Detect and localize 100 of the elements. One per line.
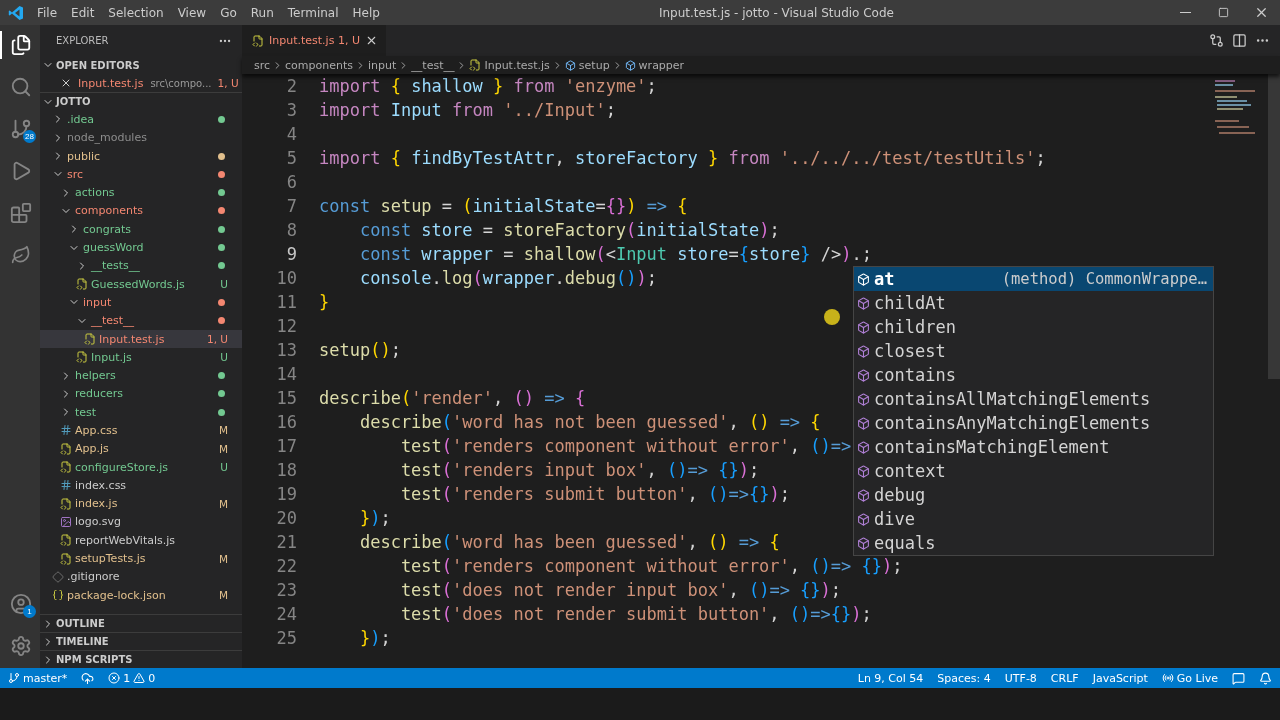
suggestion-item[interactable]: dive bbox=[854, 507, 1213, 531]
status-item[interactable]: CRLF bbox=[1050, 671, 1079, 685]
broadcast-icon bbox=[1161, 672, 1174, 684]
menu-item[interactable]: View bbox=[170, 5, 214, 20]
bell-icon[interactable] bbox=[1259, 671, 1272, 685]
menu-item[interactable]: Edit bbox=[64, 5, 102, 20]
file-name: congrats bbox=[83, 222, 133, 236]
accounts-button[interactable]: 1 bbox=[0, 590, 40, 618]
code-line: test('renders component without error', ()=> {}); bbox=[399, 556, 903, 576]
leaf-icon bbox=[11, 245, 31, 265]
file-tree-item[interactable]: .idea bbox=[40, 110, 242, 129]
split-editor-icon[interactable] bbox=[1232, 33, 1247, 48]
suggestion-item[interactable]: containsMatchingElement bbox=[854, 435, 1213, 459]
file-name: reducers bbox=[75, 387, 125, 401]
scrollbar-thumb[interactable] bbox=[1268, 74, 1280, 379]
symbol-icon bbox=[624, 59, 636, 71]
breadcrumb[interactable]: input bbox=[368, 58, 397, 72]
method-icon bbox=[857, 536, 870, 550]
file-tree-item[interactable]: .gitignore bbox=[40, 567, 242, 586]
file-tree-item[interactable]: components bbox=[40, 201, 242, 221]
file-tree-item[interactable]: __test__ bbox=[40, 311, 242, 330]
file-tree-item[interactable]: guessWord bbox=[40, 238, 242, 257]
file-tree-item[interactable]: index.css bbox=[40, 476, 242, 495]
file-tree-item[interactable]: test bbox=[40, 403, 242, 422]
breadcrumb[interactable]: setup bbox=[564, 58, 610, 72]
file-tree-item[interactable]: reducers bbox=[40, 384, 242, 404]
menu-item[interactable]: Go bbox=[213, 5, 244, 20]
menu-item[interactable]: File bbox=[30, 5, 65, 20]
file-tree-item[interactable]: App.js M bbox=[40, 439, 242, 458]
suggestion-item[interactable]: containsAnyMatchingElements bbox=[854, 411, 1213, 435]
file-tree-item[interactable]: public bbox=[40, 146, 242, 166]
js-file-icon bbox=[60, 497, 72, 510]
problems-status[interactable]: 1 0 bbox=[108, 671, 156, 685]
open-editor-item[interactable]: Input.test.js src\compo... 1, U bbox=[40, 74, 242, 93]
method-icon bbox=[857, 512, 870, 526]
file-name: configureStore.js bbox=[75, 460, 170, 474]
suggestion-item[interactable]: debug bbox=[854, 483, 1213, 507]
sync-icon[interactable] bbox=[81, 671, 95, 685]
suggestion-item[interactable]: closest bbox=[854, 339, 1213, 363]
section-header[interactable]: TIMELINE bbox=[40, 632, 242, 650]
code-line: test('does not render submit button', ()=>{}); bbox=[399, 604, 872, 624]
file-tree-item[interactable]: GuessedWords.js U bbox=[40, 274, 242, 294]
suggestion-item[interactable]: childAt bbox=[854, 291, 1213, 315]
file-tree-item[interactable]: index.js M bbox=[40, 494, 242, 513]
file-tree-item[interactable]: node_modules bbox=[40, 128, 242, 147]
breadcrumb[interactable]: src bbox=[254, 58, 271, 72]
js-file-icon bbox=[60, 461, 72, 474]
diamond-icon bbox=[52, 570, 64, 583]
breadcrumb[interactable]: Input.test.js bbox=[469, 58, 550, 72]
suggestion-item[interactable]: children bbox=[854, 315, 1213, 339]
menu-item[interactable]: Help bbox=[345, 5, 387, 20]
compare-icon[interactable] bbox=[1209, 33, 1224, 48]
file-tree-item[interactable]: reportWebVitals.js bbox=[40, 531, 242, 550]
js-file-icon bbox=[60, 442, 72, 455]
git-status: 1, U bbox=[206, 333, 228, 345]
section-header[interactable]: OUTLINE bbox=[40, 614, 242, 632]
status-item[interactable]: JavaScript bbox=[1092, 671, 1148, 685]
file-tree-item[interactable]: src bbox=[40, 165, 242, 184]
file-tree-item[interactable]: App.css M bbox=[40, 421, 242, 440]
menu-item[interactable]: Run bbox=[243, 5, 281, 20]
section-header[interactable]: JOTTO bbox=[40, 92, 242, 111]
breadcrumb[interactable]: __test__ bbox=[411, 58, 455, 72]
feedback-icon[interactable] bbox=[1232, 671, 1245, 685]
suggestion-item[interactable]: context bbox=[854, 459, 1213, 483]
suggestion-item[interactable]: equals bbox=[854, 531, 1213, 555]
git-status: U bbox=[220, 278, 228, 291]
file-tree-item[interactable]: congrats bbox=[40, 220, 242, 239]
git-status: M bbox=[218, 497, 228, 510]
file-tree-item[interactable]: actions bbox=[40, 183, 242, 202]
file-tree-item[interactable]: __tests__ bbox=[40, 256, 242, 275]
file-name: index.css bbox=[75, 478, 128, 492]
suggestion-item[interactable]: containsAllMatchingElements bbox=[854, 387, 1213, 411]
line-number: 18 bbox=[275, 460, 298, 480]
status-item[interactable]: Ln 9, Col 54 bbox=[857, 671, 924, 685]
line-number: 10 bbox=[275, 268, 298, 288]
file-tree-item[interactable]: helpers bbox=[40, 366, 242, 385]
file-name: public bbox=[67, 149, 102, 163]
code-line: import { shallow } from 'enzyme'; bbox=[319, 76, 657, 96]
file-tree-item[interactable]: logo.svg bbox=[40, 512, 242, 532]
code-line: import { findByTestAttr, storeFactory } from '../../../test/testUtils'; bbox=[319, 148, 1046, 168]
file-tree-item[interactable]: package-lock.json M bbox=[40, 586, 242, 605]
file-tree-item[interactable]: configureStore.js U bbox=[40, 457, 242, 477]
menu-item[interactable]: Selection bbox=[101, 5, 171, 20]
branch-status[interactable]: master* bbox=[8, 671, 68, 685]
editor-tab[interactable]: Input.test.js 1, U bbox=[242, 25, 386, 56]
suggestion-item[interactable]: at (method) CommonWrappe… bbox=[854, 267, 1213, 291]
suggestion-item[interactable]: contains bbox=[854, 363, 1213, 387]
breadcrumb[interactable]: wrapper bbox=[624, 58, 685, 72]
menu-item[interactable]: Terminal bbox=[280, 5, 346, 20]
status-item[interactable]: Spaces: 4 bbox=[937, 671, 991, 685]
breadcrumb[interactable]: components bbox=[285, 58, 354, 72]
file-tree-item[interactable]: Input.test.js 1, U bbox=[40, 329, 242, 349]
file-tree-item[interactable]: input bbox=[40, 293, 242, 312]
source-control-button[interactable]: 28 bbox=[0, 115, 40, 143]
lightbulb-icon[interactable] bbox=[824, 309, 840, 325]
file-tree-item[interactable]: Input.js U bbox=[40, 348, 242, 367]
go-live-button[interactable]: Go Live bbox=[1161, 671, 1218, 685]
file-tree-item[interactable]: setupTests.js M bbox=[40, 549, 242, 568]
section-header[interactable]: OPEN EDITORS bbox=[40, 56, 242, 74]
status-item[interactable]: UTF-8 bbox=[1004, 671, 1037, 685]
